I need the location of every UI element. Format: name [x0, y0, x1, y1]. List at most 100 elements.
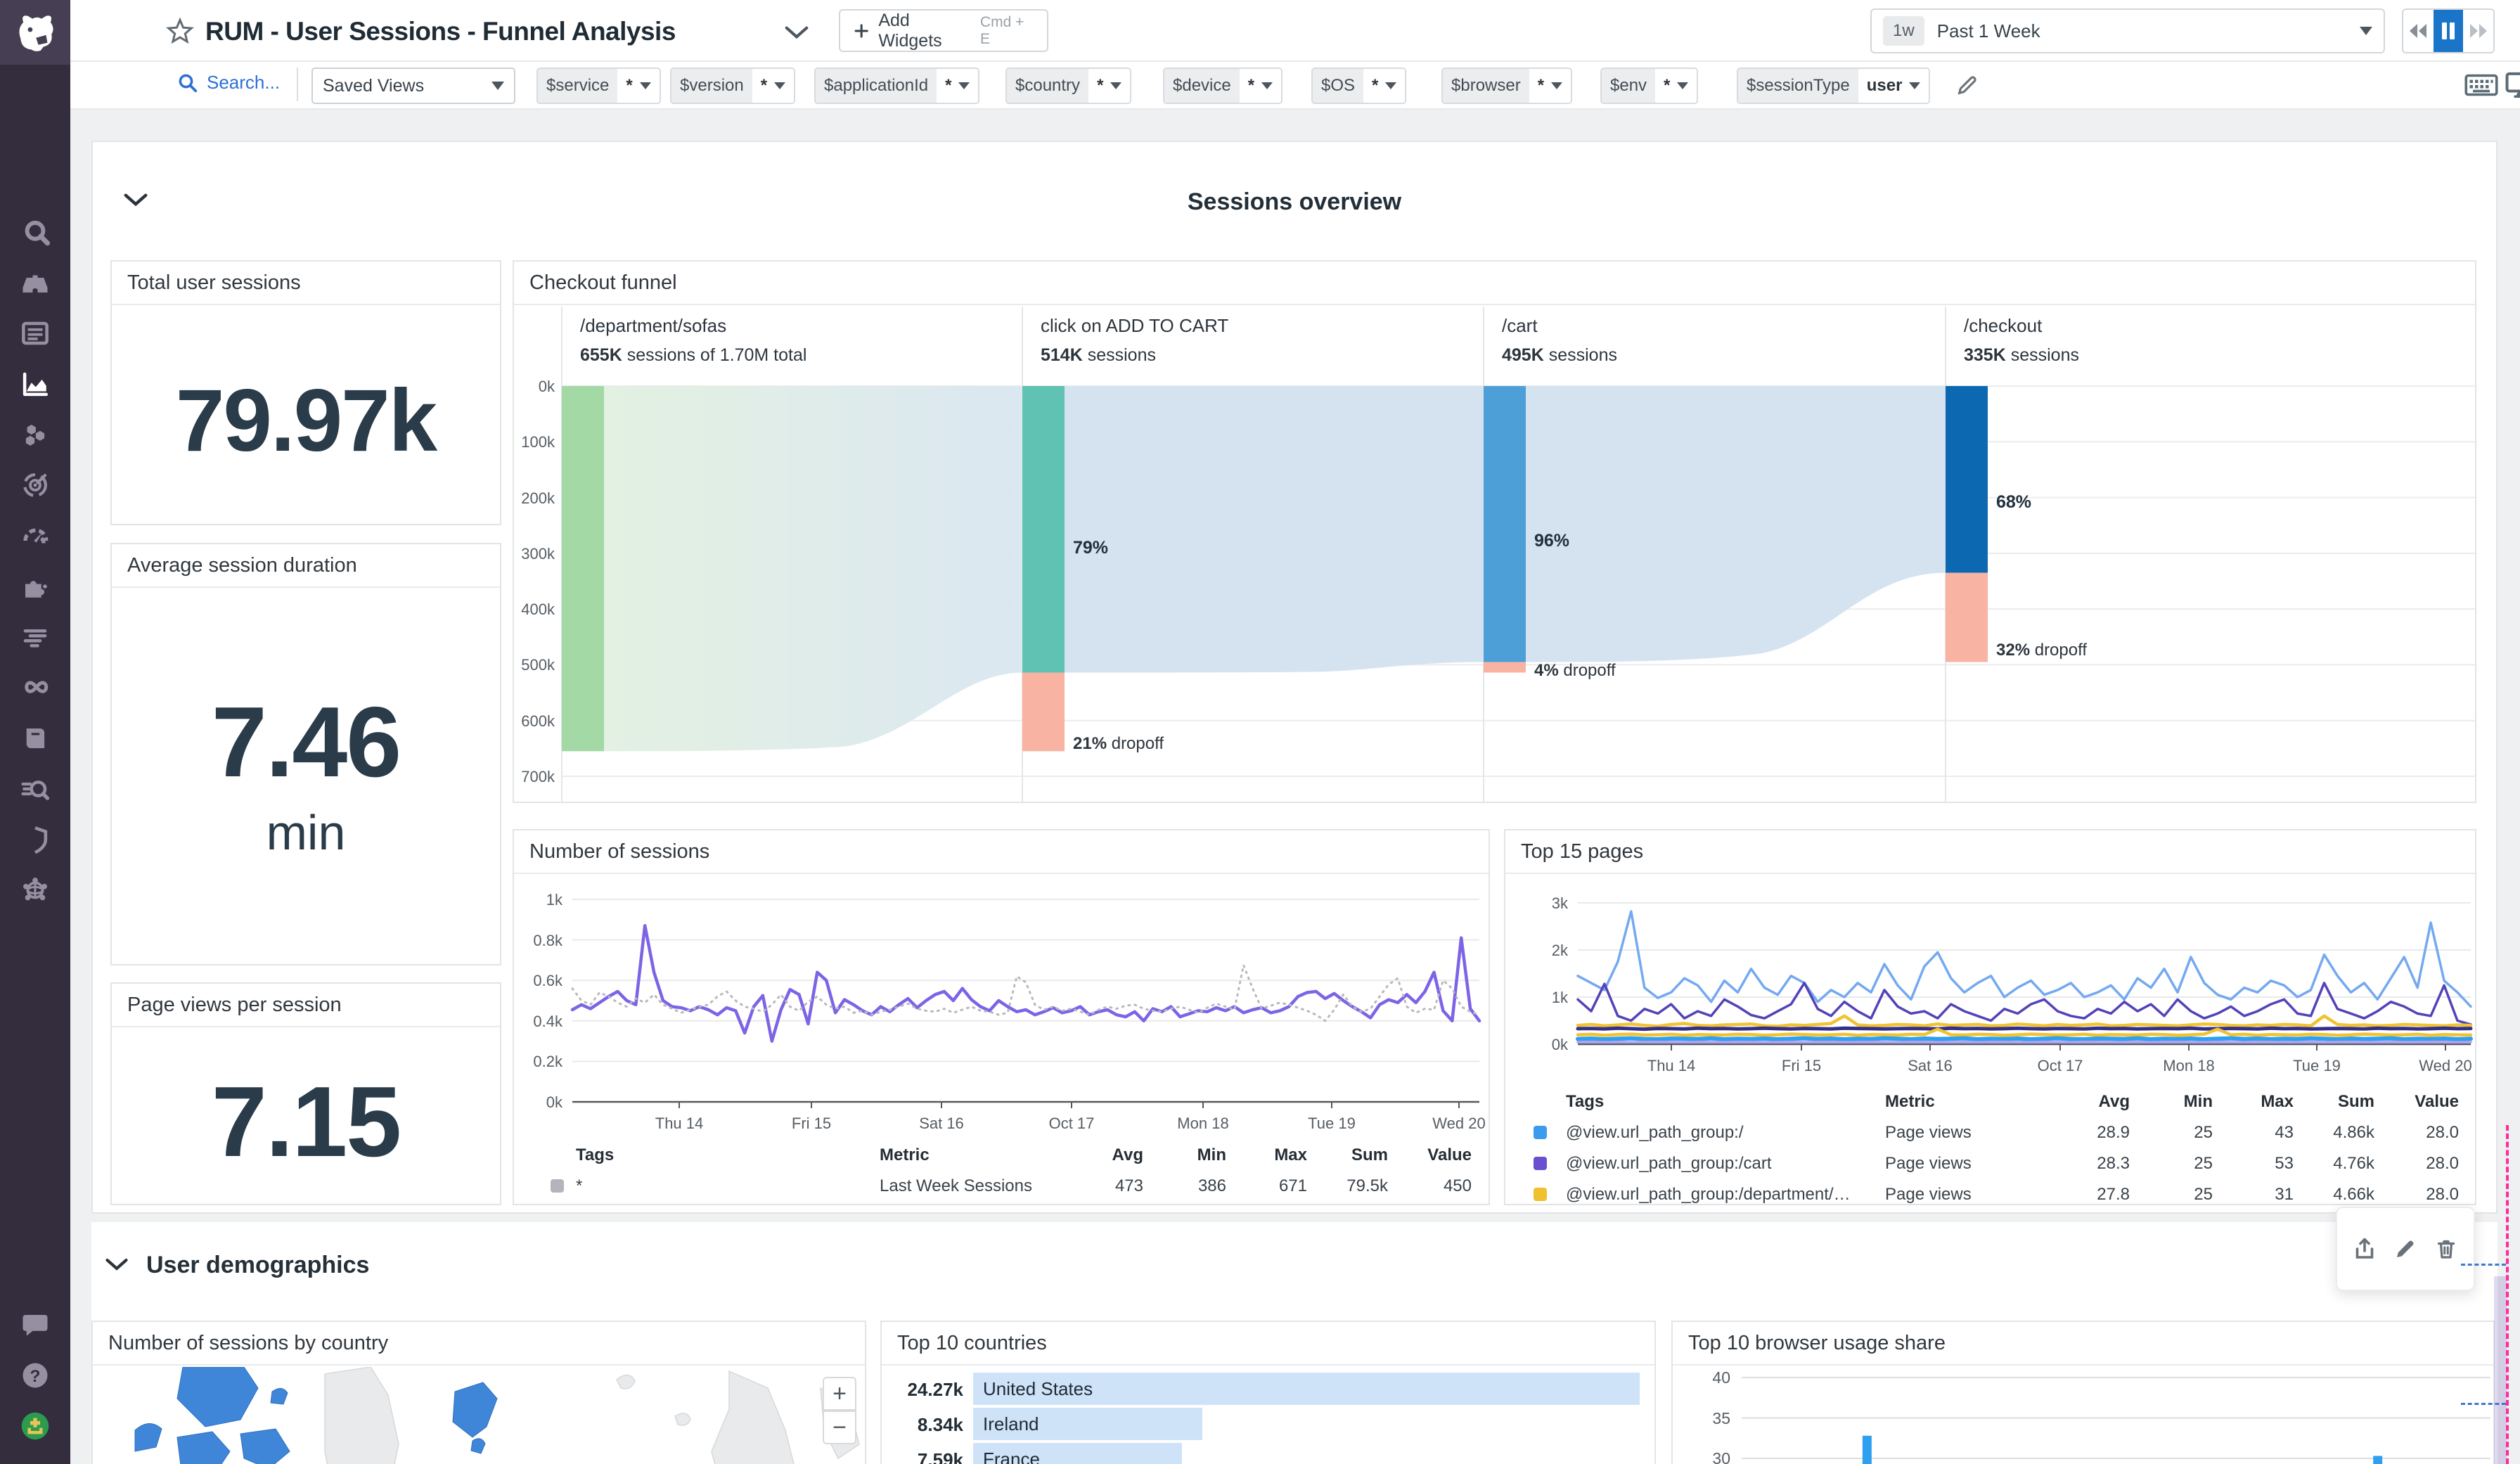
search-label: Search... [207, 72, 280, 94]
sidebar-item-ci-search[interactable] [19, 773, 51, 805]
time-range-badge: 1w [1883, 16, 1924, 46]
toolbar-divider [297, 68, 298, 101]
legend-header-max: Max [1216, 1145, 1307, 1165]
dashboards-icon [20, 319, 50, 348]
sidebar-item-notebook[interactable] [19, 722, 51, 755]
drag-guide-top-line [2461, 1264, 2506, 1266]
edit-variables-pencil-icon[interactable] [1955, 73, 1979, 97]
browser-usage-chart[interactable]: 403530 [1673, 1367, 2493, 1464]
sidebar-item-metrics[interactable] [19, 368, 51, 400]
datadog-logo[interactable] [0, 0, 70, 65]
sidebar-item-dashboards[interactable] [19, 317, 51, 349]
number-of-sessions-chart[interactable]: 1k0.8k0.6k0.4k0.2k0kThu 14Fri 15Sat 16Oc… [514, 874, 1490, 1127]
sidebar-item-network[interactable] [19, 874, 51, 906]
title-chevron-down-icon[interactable] [783, 24, 810, 41]
variable-caret-icon [774, 82, 785, 89]
template-variable-sessionType[interactable]: $sessionTypeuser [1737, 68, 1930, 104]
checkout-funnel-card: Checkout funnel 0k100k200k300k400k500k60… [513, 260, 2476, 803]
country-row-france[interactable]: 7.59kFrance [882, 1443, 1654, 1464]
x-tick: Fri 15 [769, 1115, 854, 1133]
world-map[interactable] [93, 1367, 865, 1464]
delete-widget-button[interactable] [2434, 1236, 2459, 1261]
funnel-step-label: click on ADD TO CART [1041, 315, 1228, 337]
time-range-selector[interactable]: 1w Past 1 Week [1870, 8, 2385, 53]
sessions-chart-svg [514, 874, 1490, 1127]
filter-toolbar: Search... Saved Views $service*$version*… [70, 62, 2520, 110]
sidebar-item-integrations[interactable] [19, 570, 51, 603]
page-title: RUM - User Sessions - Funnel Analysis [205, 17, 676, 46]
legend-row[interactable]: @view.url_path_group:/cartPage views28.3… [1505, 1154, 2475, 1185]
sidebar-item-search[interactable] [19, 216, 51, 248]
add-widgets-button[interactable]: Add Widgets Cmd + E [839, 9, 1048, 52]
favorite-star-icon[interactable] [165, 17, 195, 46]
legend-header-min: Min [1135, 1145, 1226, 1165]
network-icon [20, 875, 50, 905]
fast-forward-button[interactable] [2463, 10, 2493, 52]
template-variable-browser[interactable]: $browser* [1441, 68, 1572, 104]
funnel-step-sessions: 514K sessions [1041, 345, 1228, 366]
keyboard-shortcuts-icon[interactable] [2464, 72, 2498, 98]
sidebar-item-chat[interactable] [19, 1309, 51, 1341]
legend-row[interactable]: *Last Week Sessions47338667179.5k450 [514, 1176, 1489, 1205]
legend-metric: Last Week Sessions [880, 1176, 1032, 1196]
y-tick: 0k [514, 1093, 562, 1112]
country-value: 8.34k [887, 1414, 963, 1436]
template-variable-env[interactable]: $env* [1600, 68, 1698, 104]
browser-chart-svg [1673, 1367, 2493, 1464]
sessions-by-country-card: Number of sessions by country [91, 1321, 866, 1464]
top-15-pages-chart[interactable]: 3k2k1k0kThu 14Fri 15Sat 16Oct 17Mon 18Tu… [1505, 874, 2476, 1071]
map-zoom-in-button[interactable]: + [823, 1377, 856, 1411]
funnel-y-tick: 300k [514, 545, 555, 563]
variable-caret-icon [958, 82, 970, 89]
legend-color-chip [551, 1179, 564, 1193]
funnel-y-tick: 200k [514, 489, 555, 508]
edit-widget-button[interactable] [2393, 1236, 2418, 1261]
pause-button[interactable] [2434, 10, 2464, 52]
y-tick: 0.2k [514, 1053, 562, 1071]
sidebar-item-apm[interactable] [19, 469, 51, 501]
logs-icon [20, 622, 50, 652]
browser-y-tick: 35 [1673, 1409, 1730, 1428]
legend-tag: * [576, 1176, 582, 1196]
template-variable-version[interactable]: $version* [670, 68, 795, 104]
apm-icon [20, 470, 50, 500]
sidebar-item-logs[interactable] [19, 621, 51, 653]
country-row-united-states[interactable]: 24.27kUnited States [882, 1373, 1654, 1405]
checkout-funnel-chart[interactable]: 0k100k200k300k400k500k600k700k/departmen… [514, 262, 2475, 802]
sidebar-item-synthetics[interactable] [19, 672, 51, 704]
legend-header-sum: Sum [2283, 1092, 2374, 1112]
search-button[interactable]: Search... [177, 72, 280, 94]
demographics-collapse-chevron-icon[interactable] [104, 1256, 129, 1273]
total-user-sessions-title: Total user sessions [112, 262, 500, 305]
template-variable-OS[interactable]: $OS* [1311, 68, 1406, 104]
tv-mode-icon[interactable] [2505, 71, 2520, 99]
sidebar-item-account[interactable] [19, 1410, 51, 1442]
map-zoom-out-button[interactable]: − [823, 1411, 856, 1444]
legend-row[interactable]: @view.url_path_group:/Page views28.92543… [1505, 1123, 2475, 1154]
variable-value: * [617, 69, 659, 103]
sidebar-item-watchdog[interactable] [19, 267, 51, 299]
legend-color-chip [1534, 1126, 1547, 1139]
plus-icon: + [832, 1380, 847, 1408]
template-variable-service[interactable]: $service* [536, 68, 661, 104]
saved-views-dropdown[interactable]: Saved Views [311, 68, 515, 104]
x-tick: Thu 14 [1629, 1057, 1714, 1075]
legend-row[interactable]: @view.url_path_group:/department/…Page v… [1505, 1185, 2475, 1205]
funnel-step-header: /cart495K sessions [1502, 315, 1617, 366]
template-variable-applicationId[interactable]: $applicationId* [814, 68, 979, 104]
saved-views-caret-icon [491, 82, 504, 90]
template-variable-device[interactable]: $device* [1163, 68, 1282, 104]
minus-icon: − [832, 1414, 847, 1441]
export-widget-button[interactable] [2352, 1236, 2377, 1261]
template-variable-country[interactable]: $country* [1005, 68, 1131, 104]
sidebar-item-infrastructure[interactable] [19, 418, 51, 451]
sidebar-item-gauge[interactable] [19, 520, 51, 552]
legend-min: 25 [2121, 1185, 2213, 1205]
page-views-per-session-title: Page views per session [112, 984, 500, 1027]
legend-value: 28.0 [2367, 1123, 2459, 1143]
country-row-ireland[interactable]: 8.34kIreland [882, 1408, 1654, 1440]
legend-value: 28.0 [2367, 1154, 2459, 1174]
sidebar-item-security[interactable] [19, 823, 51, 856]
sidebar-item-help[interactable]: ? [19, 1359, 51, 1392]
rewind-button[interactable] [2403, 10, 2434, 52]
